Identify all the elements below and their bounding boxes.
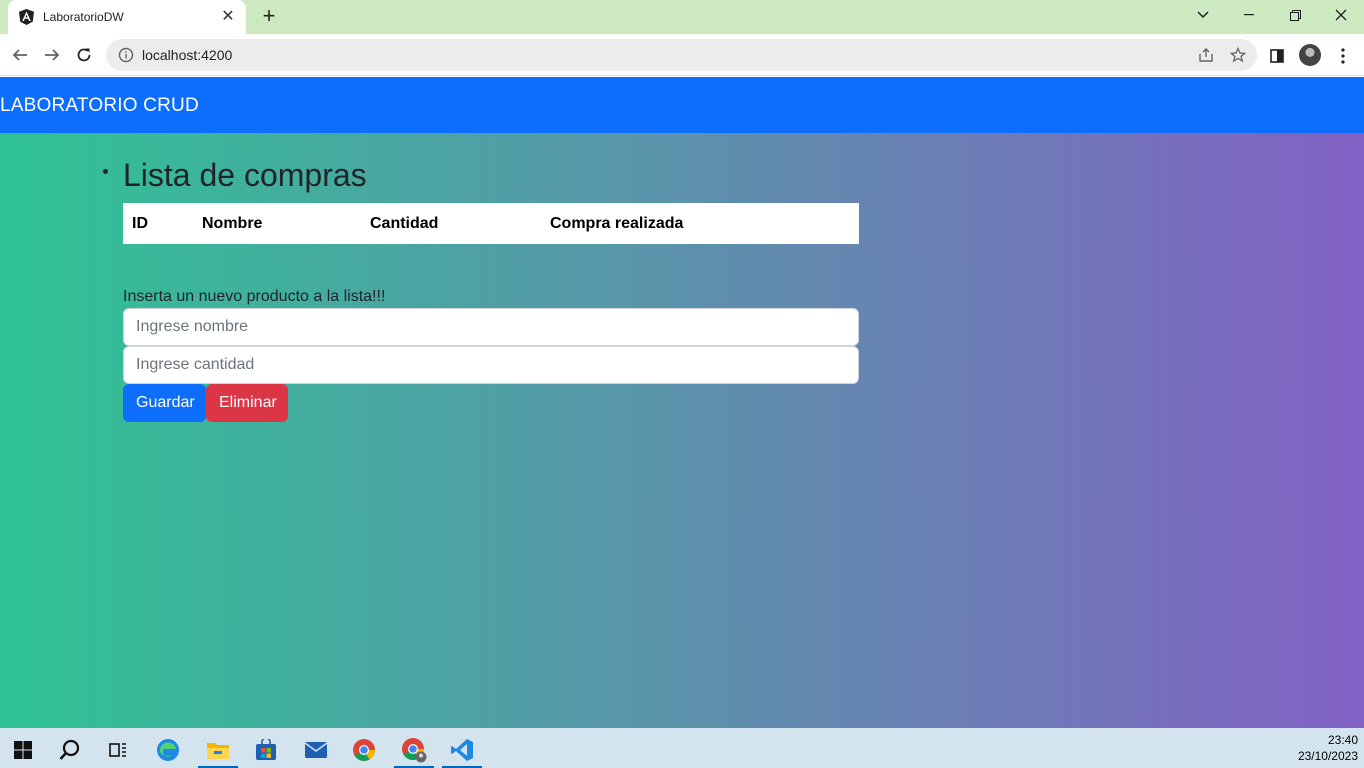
- app-navbar: LABORATORIO CRUD: [0, 77, 1364, 133]
- share-icon[interactable]: [1196, 45, 1216, 65]
- products-table-header: ID Nombre Cantidad Compra realizada: [123, 203, 859, 244]
- save-button[interactable]: Guardar: [123, 384, 206, 422]
- side-panel-icon[interactable]: [1266, 45, 1288, 67]
- chrome-profile-icon[interactable]: [394, 732, 434, 768]
- url-text: localhost:4200: [142, 47, 233, 63]
- microsoft-store-icon[interactable]: [246, 732, 286, 768]
- forward-icon[interactable]: [38, 41, 66, 69]
- windows-start-icon[interactable]: [3, 732, 43, 768]
- insert-label: Inserta un nuevo producto a la lista!!!: [123, 288, 386, 305]
- profile-avatar[interactable]: [1299, 44, 1321, 66]
- tab-title: LaboratorioDW: [43, 10, 124, 24]
- table-header-nombre: Nombre: [202, 215, 263, 232]
- address-bar[interactable]: localhost:4200: [106, 39, 1257, 71]
- table-header-compra-realizada: Compra realizada: [550, 215, 684, 232]
- bookmark-star-icon[interactable]: [1228, 45, 1248, 65]
- browser-tab[interactable]: LaboratorioDW ✕: [8, 0, 246, 34]
- site-info-icon[interactable]: [118, 47, 134, 63]
- minimize-icon[interactable]: [1226, 0, 1272, 30]
- angular-icon: [18, 9, 34, 25]
- quantity-input[interactable]: [123, 346, 859, 384]
- restore-icon[interactable]: [1272, 0, 1318, 30]
- table-header-id: ID: [132, 215, 148, 232]
- back-icon[interactable]: [6, 41, 34, 69]
- new-tab-icon[interactable]: +: [258, 5, 280, 27]
- reload-icon[interactable]: [70, 41, 98, 69]
- menu-dots-icon[interactable]: [1332, 45, 1354, 67]
- tab-search-icon[interactable]: [1180, 0, 1226, 30]
- list-title: Lista de compras: [123, 157, 367, 193]
- page-body: LABORATORIO CRUD Lista de compras ID Nom…: [0, 77, 1364, 728]
- vscode-icon[interactable]: [442, 732, 482, 768]
- file-explorer-icon[interactable]: [198, 732, 238, 768]
- task-view-icon[interactable]: [98, 732, 138, 768]
- browser-tabstrip: LaboratorioDW ✕ +: [0, 0, 1364, 34]
- table-header-cantidad: Cantidad: [370, 215, 439, 232]
- clock-time: 23:40: [1327, 733, 1358, 747]
- name-input[interactable]: [123, 308, 859, 346]
- close-window-icon[interactable]: [1318, 0, 1364, 30]
- search-icon[interactable]: [50, 732, 90, 768]
- edge-icon[interactable]: [148, 732, 188, 768]
- mail-icon[interactable]: [296, 732, 336, 768]
- delete-button[interactable]: Eliminar: [206, 384, 288, 422]
- clock-date: 23/10/2023: [1297, 749, 1358, 763]
- browser-toolbar: localhost:4200: [0, 34, 1364, 76]
- taskbar-clock[interactable]: 23:40 23/10/2023: [1298, 732, 1358, 764]
- tab-close-icon[interactable]: ✕: [220, 9, 236, 25]
- list-bullet: [103, 169, 108, 174]
- navbar-brand[interactable]: LABORATORIO CRUD: [0, 95, 199, 117]
- windows-taskbar: 23:40 23/10/2023: [0, 728, 1364, 768]
- chrome-icon[interactable]: [344, 732, 384, 768]
